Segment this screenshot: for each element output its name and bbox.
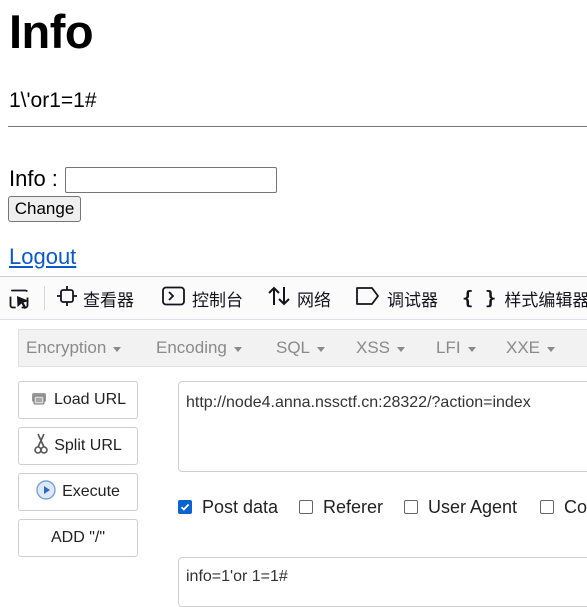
caret-down-icon (113, 346, 122, 352)
tab-inspector[interactable]: 查看器 (57, 277, 134, 319)
tab-style-editor[interactable]: { } 样式编辑器 (462, 277, 587, 319)
hackbar-menu: Encryption Encoding SQL XSS LFI XXE (18, 329, 587, 367)
element-picker-icon[interactable] (9, 289, 33, 316)
caret-down-icon (233, 346, 242, 352)
tab-label: 调试器 (387, 290, 438, 310)
horizontal-rule (8, 126, 587, 127)
load-url-icon (30, 390, 54, 411)
devtools-toolbar: 查看器 控制台 网络 调试器 { } 样式编辑器 (0, 277, 587, 320)
split-url-button[interactable]: Split URL (18, 427, 138, 465)
url-textarea[interactable]: http://node4.anna.nssctf.cn:28322/?actio… (178, 381, 587, 472)
tab-label: 样式编辑器 (504, 290, 587, 310)
menu-xxe[interactable]: XXE (506, 330, 556, 366)
checkbox-checked-icon (178, 500, 192, 514)
tab-debugger[interactable]: 调试器 (355, 277, 438, 319)
info-input[interactable] (65, 167, 277, 193)
toolbar-separator (44, 286, 45, 310)
change-button[interactable]: Change (8, 196, 81, 222)
execute-button[interactable]: Execute (18, 473, 138, 511)
devtools-panel: 查看器 控制台 网络 调试器 { } 样式编辑器 Encryption Enco… (0, 276, 587, 607)
inspector-icon (57, 285, 83, 311)
console-icon (162, 286, 192, 311)
play-icon (36, 479, 62, 505)
caret-down-icon (397, 346, 406, 352)
style-editor-icon: { } (462, 287, 497, 309)
current-info-text: 1\'or1=1# (9, 89, 97, 112)
load-url-button[interactable]: Load URL (18, 381, 138, 419)
tab-label: 控制台 (192, 290, 243, 310)
referer-checkbox[interactable]: Referer (299, 497, 383, 517)
post-data-checkbox[interactable]: Post data (178, 497, 278, 517)
network-icon (267, 285, 297, 312)
menu-lfi[interactable]: LFI (436, 330, 476, 366)
tab-network[interactable]: 网络 (267, 277, 331, 319)
caret-down-icon (467, 346, 476, 352)
checkbox-icon (299, 500, 313, 514)
checkbox-icon (540, 500, 554, 514)
caret-down-icon (547, 346, 556, 352)
scissors-icon (34, 433, 54, 460)
menu-xss[interactable]: XSS (356, 330, 406, 366)
user-agent-checkbox[interactable]: User Agent (404, 497, 517, 517)
menu-sql[interactable]: SQL (276, 330, 326, 366)
tab-label: 查看器 (83, 290, 134, 310)
add-slash-button[interactable]: ADD "/" (18, 519, 138, 557)
page-title: Info (9, 5, 94, 58)
tab-label: 网络 (297, 290, 331, 310)
tab-console[interactable]: 控制台 (162, 277, 243, 319)
post-data-textarea[interactable]: info=1'or 1=1# (178, 557, 587, 607)
menu-encoding[interactable]: Encoding (156, 330, 242, 366)
cookies-checkbox[interactable]: Co (540, 497, 587, 517)
checkbox-icon (404, 500, 418, 514)
info-label: Info : (9, 166, 58, 191)
menu-encryption[interactable]: Encryption (26, 330, 122, 366)
debugger-icon (355, 286, 387, 311)
logout-link[interactable]: Logout (9, 244, 76, 270)
caret-down-icon (317, 346, 326, 352)
